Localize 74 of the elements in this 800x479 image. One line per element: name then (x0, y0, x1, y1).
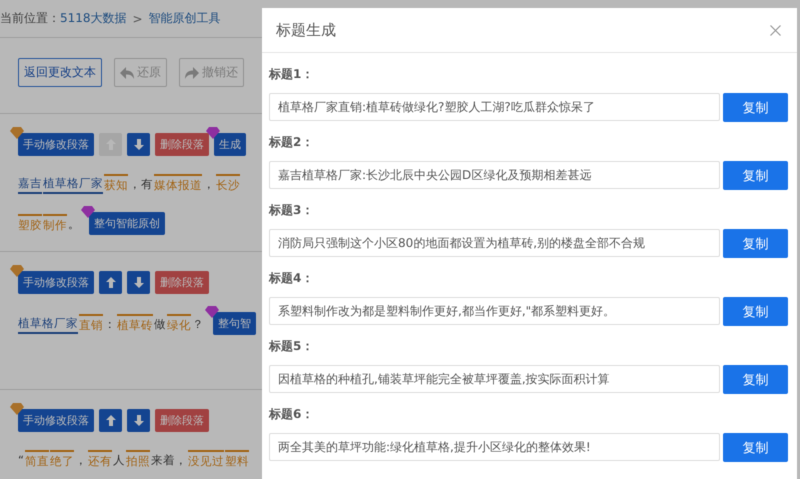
title-field[interactable]: 两全其美的草坪功能:绿化植草格,提升小区绿化的整体效果! (269, 433, 720, 461)
copy-button[interactable]: 复制 (723, 229, 788, 258)
title-label: 标题6： (269, 406, 314, 423)
delete-button[interactable]: 删除段落 (155, 133, 209, 156)
close-icon (770, 24, 781, 36)
edit-button[interactable]: 生成 (214, 133, 246, 156)
text: 来着， (150, 452, 187, 469)
replaced-word[interactable]: 媒体报道 (154, 174, 202, 194)
title-field[interactable]: 消防局只强制这个小区80的地面都设置为植草砖,别的楼盘全部不合规 (269, 229, 720, 257)
back-button[interactable]: 返回更改文本 (18, 58, 102, 87)
move-up-button[interactable] (99, 271, 122, 294)
redo-icon (185, 66, 199, 78)
rewrite-button[interactable]: 整句智 (213, 312, 256, 335)
replaced-word[interactable]: 还有 (88, 450, 112, 470)
keyword[interactable]: 植草格厂家 (18, 314, 78, 334)
move-down-button[interactable] (127, 133, 150, 156)
title-label: 标题1： (269, 66, 314, 83)
replaced-word[interactable]: 拍照 (126, 450, 150, 470)
arrow-up-icon (106, 415, 116, 426)
move-up-button[interactable] (99, 409, 122, 432)
dialog-title: 标题生成 (276, 20, 336, 40)
replaced-word[interactable]: 获知 (104, 174, 128, 194)
copy-button[interactable]: 复制 (723, 365, 788, 394)
delete-button[interactable]: 删除段落 (155, 409, 209, 432)
arrow-down-icon (134, 415, 144, 426)
text: ？ (192, 316, 204, 332)
edit-button[interactable]: 手动修改段落 (18, 409, 94, 432)
text: “ (18, 452, 24, 469)
copy-button[interactable]: 复制 (723, 93, 788, 122)
delete-button[interactable]: 删除段落 (155, 271, 209, 294)
replaced-word[interactable]: 植草砖 (117, 314, 153, 334)
title-label: 标题2： (269, 134, 314, 151)
arrow-down-icon (134, 277, 144, 288)
text: ， (203, 176, 215, 193)
copy-button[interactable]: 复制 (723, 433, 788, 462)
move-down-button[interactable] (127, 271, 150, 294)
arrow-down-icon (134, 139, 144, 150)
title-field[interactable]: 植草格厂家直销:植草砖做绿化?塑胶人工湖?吃瓜群众惊呆了 (269, 93, 720, 121)
replaced-word[interactable]: 制作 (43, 214, 67, 234)
replaced-word[interactable]: 绝了 (50, 450, 74, 470)
text: 人 (112, 452, 125, 469)
title-label: 标题5： (269, 338, 314, 355)
replaced-word[interactable]: 长沙 (216, 174, 240, 194)
text: ， (74, 452, 87, 469)
undo-icon (120, 66, 134, 78)
replaced-word[interactable]: 塑料 (224, 450, 249, 470)
breadcrumb-label: 当前位置： (0, 10, 60, 27)
title-label: 标题4： (269, 270, 314, 287)
edit-button[interactable]: 手动修改段落 (18, 271, 94, 294)
rewrite-button[interactable]: 整句智能原创 (89, 212, 165, 235)
title-field[interactable]: 系塑料制作改为都是塑料制作更好,都当作更好,"都系塑料更好。 (269, 297, 720, 325)
copy-button[interactable]: 复制 (723, 161, 788, 190)
title-field[interactable]: 因植草格的种植孔,铺装草坪能完全被草坪覆盖,按实际面积计算 (269, 365, 720, 393)
title-label: 标题3： (269, 202, 314, 219)
keyword[interactable]: 植草格厂家 (43, 174, 103, 194)
copy-button[interactable]: 复制 (723, 297, 788, 326)
edit-button[interactable]: 手动修改段落 (18, 133, 94, 156)
breadcrumb-link[interactable]: 智能原创工具 (148, 10, 221, 27)
replaced-word[interactable]: 绿化 (167, 314, 191, 334)
title-field[interactable]: 嘉吉植草格厂家:长沙北辰中央公园D区绿化及预期相差甚远 (269, 161, 720, 189)
text: ，有 (129, 176, 153, 193)
close-button[interactable] (768, 22, 783, 38)
keyword[interactable]: 嘉吉 (18, 174, 42, 194)
breadcrumb-separator: > (132, 12, 143, 26)
arrow-up-icon (106, 277, 116, 288)
text: ： (104, 316, 116, 332)
replaced-word[interactable]: 简直 (24, 450, 49, 470)
text: 做 (154, 316, 166, 332)
text: 。 (68, 216, 80, 232)
replaced-word[interactable]: 塑胶 (18, 214, 42, 234)
replaced-word[interactable]: 直销 (79, 314, 103, 334)
replaced-word[interactable]: 没见过 (188, 450, 224, 470)
breadcrumb-link[interactable]: 5118大数据 (60, 10, 127, 27)
move-down-button[interactable] (127, 409, 150, 432)
